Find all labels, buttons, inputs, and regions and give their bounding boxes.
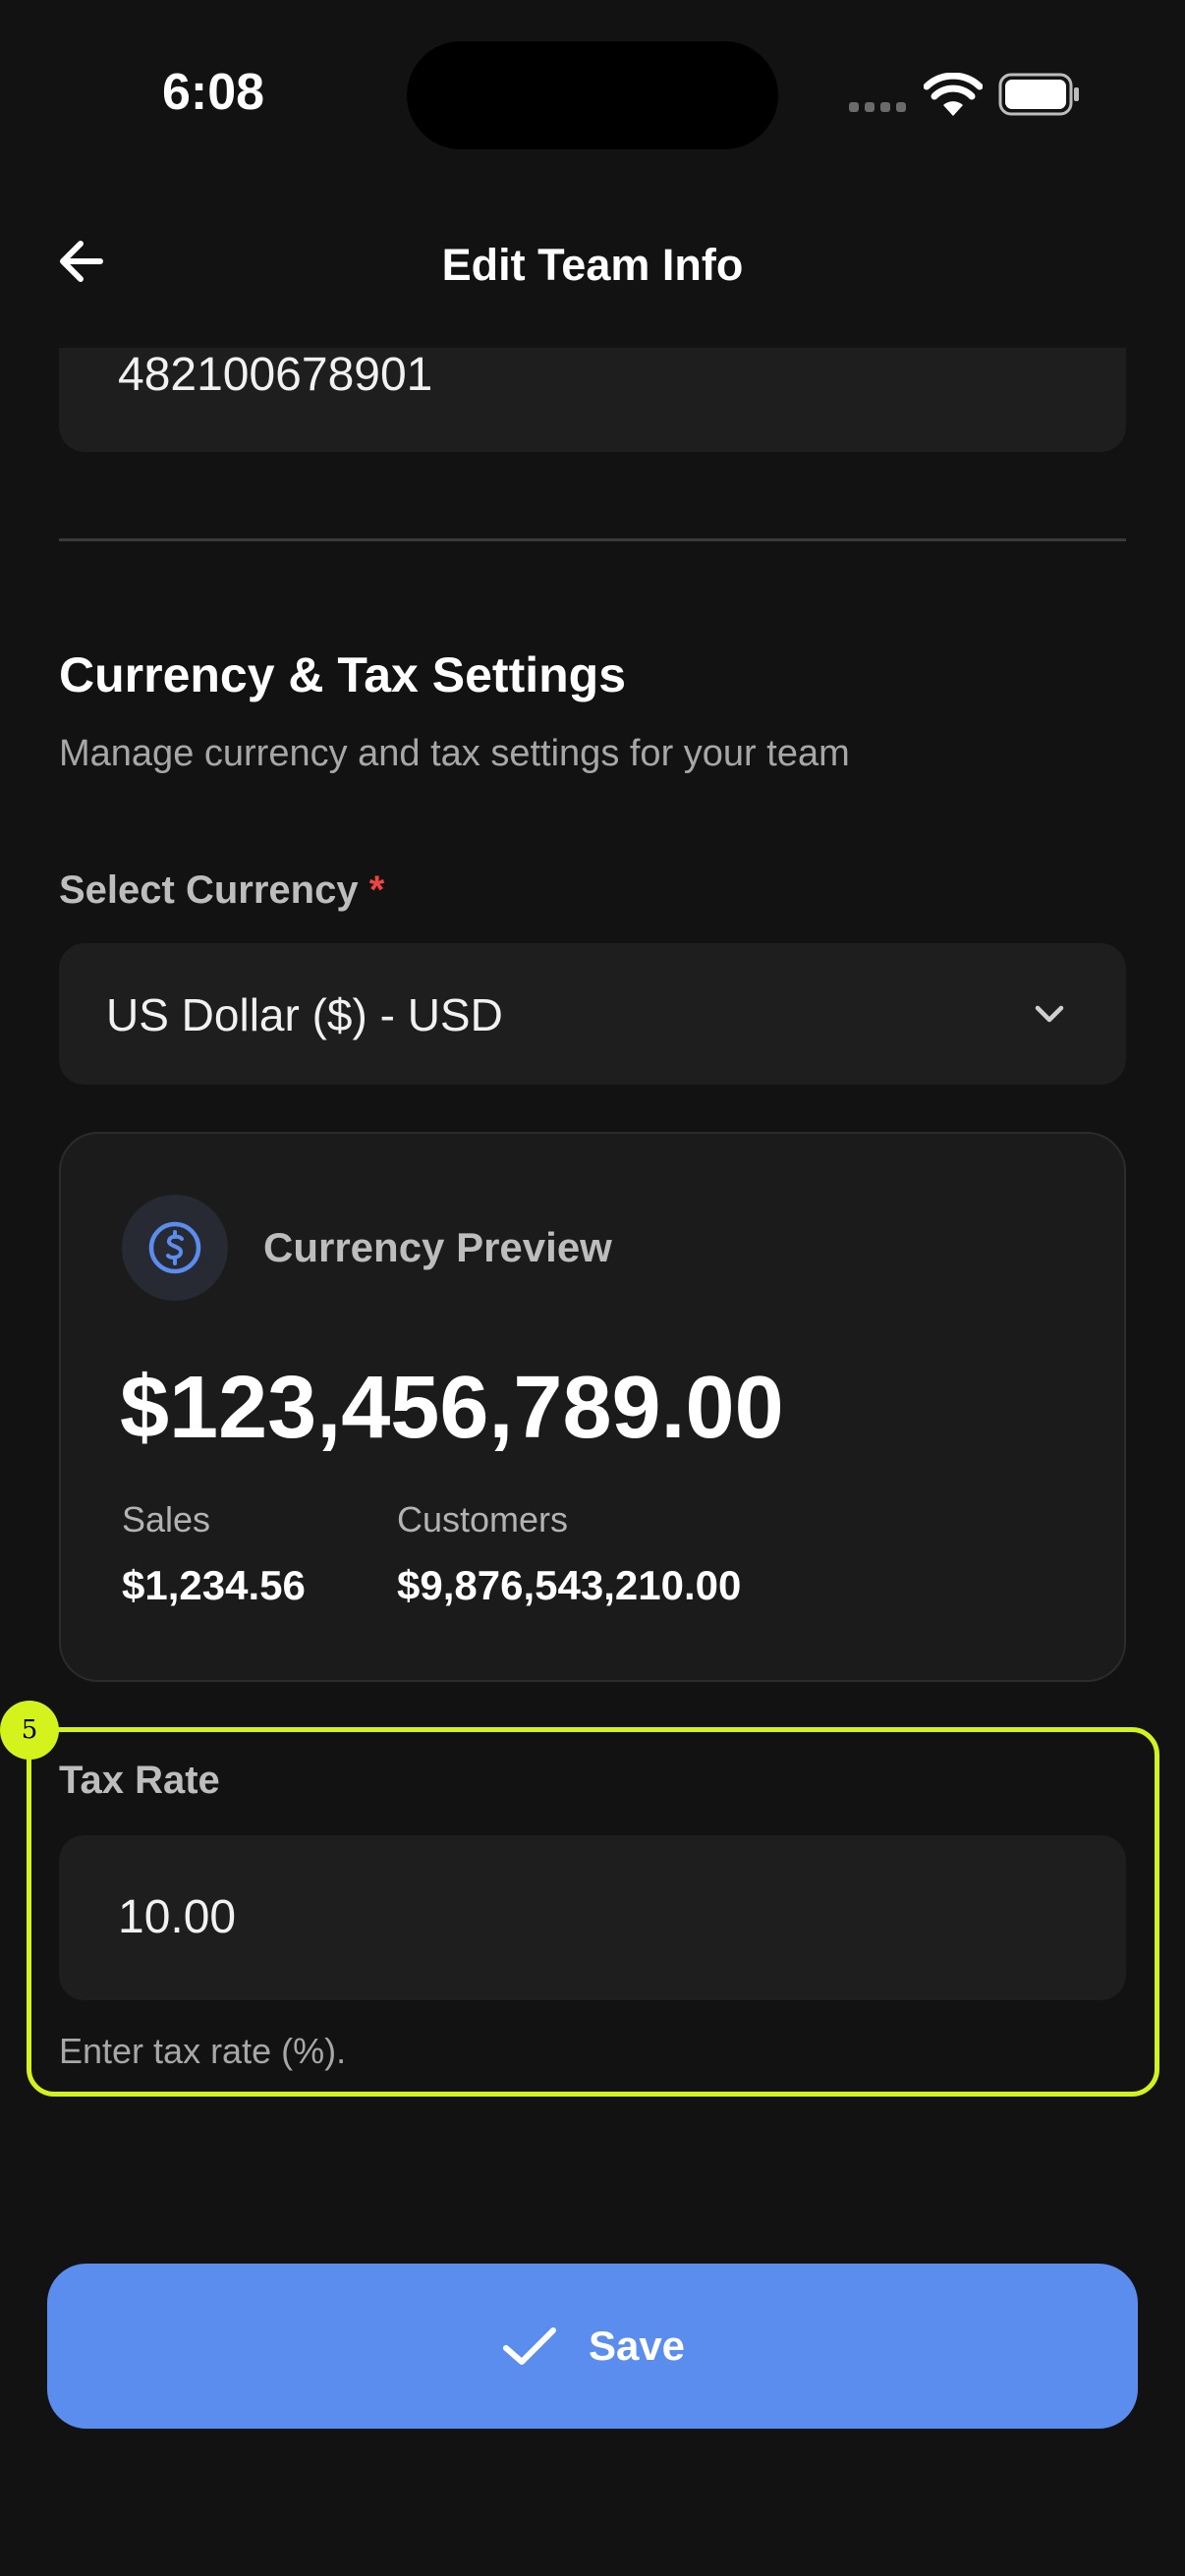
cellular-signal-icon	[849, 102, 906, 112]
preview-amount: $123,456,789.00	[120, 1359, 784, 1457]
top-app-bar: Edit Team Info	[0, 196, 1185, 334]
currency-select[interactable]: US Dollar ($) - USD	[59, 943, 1126, 1085]
currency-label-text: Select Currency	[59, 868, 359, 912]
checkmark-icon	[502, 2327, 556, 2365]
previous-field-input[interactable]: 482100678901	[59, 348, 1126, 452]
currency-select-label: Select Currency *	[59, 868, 384, 913]
section-title: Currency & Tax Settings	[59, 647, 627, 702]
highlight-frame	[27, 1727, 1159, 2097]
currency-preview-card: Currency Preview $123,456,789.00 Sales $…	[59, 1132, 1126, 1682]
customers-label: Customers	[397, 1499, 569, 1540]
dollar-icon	[148, 1221, 201, 1274]
dynamic-island	[407, 41, 778, 149]
page-title: Edit Team Info	[441, 240, 744, 290]
save-label: Save	[588, 2323, 686, 2369]
sales-label: Sales	[122, 1499, 211, 1540]
battery-icon	[998, 73, 1079, 116]
previous-field-value: 482100678901	[118, 349, 433, 401]
sales-value: $1,234.56	[122, 1562, 306, 1608]
save-button[interactable]: Save	[47, 2264, 1138, 2429]
wifi-icon	[924, 73, 983, 116]
preview-title: Currency Preview	[263, 1224, 612, 1270]
section-divider	[59, 538, 1126, 541]
currency-select-value: US Dollar ($) - USD	[106, 989, 503, 1040]
section-subtitle: Manage currency and tax settings for you…	[59, 733, 850, 774]
annotation-badge: 5	[0, 1701, 59, 1760]
dollar-badge	[122, 1195, 228, 1301]
chevron-down-icon	[1035, 1005, 1064, 1023]
status-time: 6:08	[162, 64, 265, 121]
customers-value: $9,876,543,210.00	[397, 1562, 742, 1608]
required-marker: *	[368, 868, 385, 912]
status-bar: 6:08	[0, 0, 1185, 187]
